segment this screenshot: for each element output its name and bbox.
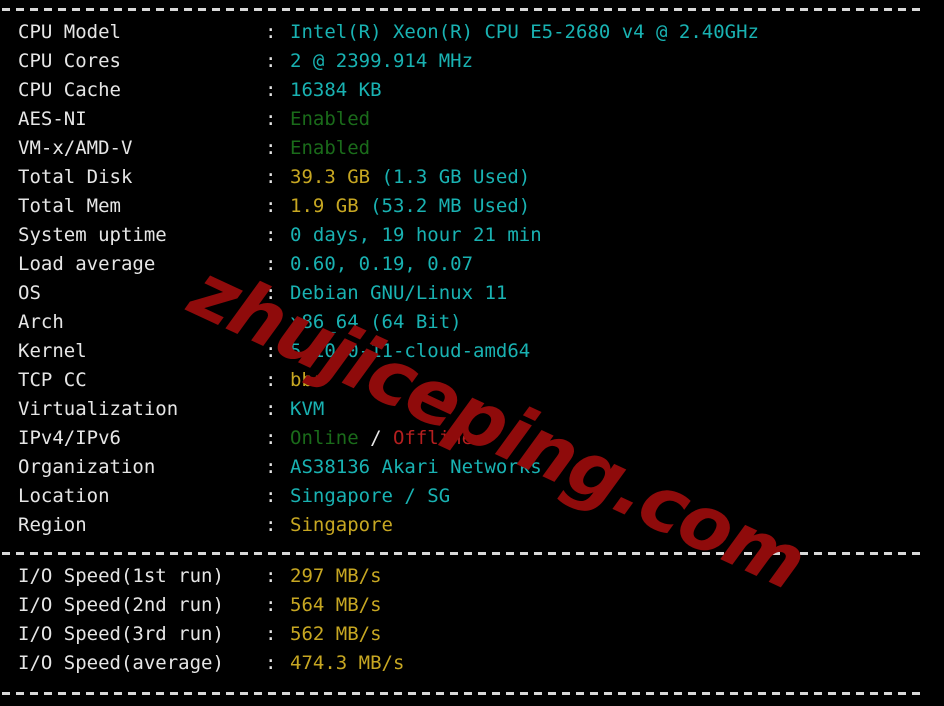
info-row-value-part: 564 MB/s [290, 594, 382, 616]
info-row-colon: : [265, 282, 277, 304]
info-row-label: CPU Cores [18, 50, 121, 72]
info-row-colon: : [265, 652, 277, 674]
info-row-value-part: KVM [290, 398, 325, 420]
info-row-value-part: (53.2 MB Used) [370, 195, 531, 217]
info-row-value-part: AS38136 Akari Networks [290, 456, 542, 478]
info-row-value: x86_64 (64 Bit) [290, 308, 462, 337]
info-row-value: Enabled [290, 105, 370, 134]
info-row-label: Region [18, 514, 87, 536]
info-row-label: CPU Model [18, 21, 121, 43]
info-row-value: 564 MB/s [290, 591, 382, 620]
info-row-label: Total Mem [18, 195, 121, 217]
info-row-colon: : [265, 398, 277, 420]
info-row-value: 0 days, 19 hour 21 min [290, 221, 542, 250]
terminal-window: CPU Model: Intel(R) Xeon(R) CPU E5-2680 v… [0, 0, 944, 706]
info-row-value: 297 MB/s [290, 562, 382, 591]
separator-middle [2, 552, 922, 555]
info-row-label: Kernel [18, 340, 87, 362]
info-row-value-part: Enabled [290, 137, 371, 159]
info-row-value-part: / [358, 427, 393, 449]
info-row-value-part: Enabled [290, 108, 371, 130]
separator-bottom [2, 692, 922, 695]
info-row-value-part: Debian GNU/Linux 11 [290, 282, 508, 304]
info-row-value-part: 5.10.0-11-cloud-amd64 [290, 340, 531, 362]
info-row-colon: : [265, 311, 277, 333]
separator-top [2, 8, 922, 11]
info-row-label: TCP CC [18, 369, 87, 391]
info-row-value: 16384 KB [290, 76, 382, 105]
info-row-label: CPU Cache [18, 79, 121, 101]
info-row-colon: : [265, 137, 277, 159]
info-row-value: 1.9 GB (53.2 MB Used) [290, 192, 530, 221]
info-row-value: 5.10.0-11-cloud-amd64 [290, 337, 530, 366]
info-row-value: Debian GNU/Linux 11 [290, 279, 507, 308]
info-row-value-part: 0 days, 19 hour 21 min [290, 224, 542, 246]
info-row-value: Online / Offline [290, 424, 473, 453]
info-row-value: Enabled [290, 134, 370, 163]
info-row-colon: : [265, 565, 277, 587]
info-row-value-part: 297 MB/s [290, 565, 382, 587]
info-row-value-part: 474.3 MB/s [290, 652, 405, 674]
info-row-value-part: Online [290, 427, 359, 449]
info-row-value-part: Singapore [290, 514, 393, 536]
info-row-label: I/O Speed(3rd run) [18, 623, 224, 645]
info-row-value: Singapore / SG [290, 482, 450, 511]
info-row-label: Total Disk [18, 166, 133, 188]
info-row-value-part: 39.3 GB [290, 166, 382, 188]
info-row-value-part: bbr [290, 369, 325, 391]
info-row-value-part: Intel(R) Xeon(R) CPU E5-2680 v4 @ 2.40GH… [290, 21, 759, 43]
info-row-label: I/O Speed(2nd run) [18, 594, 224, 616]
info-row-colon: : [265, 108, 277, 130]
info-row-colon: : [265, 623, 277, 645]
info-row-label: Arch [18, 311, 64, 333]
info-row-label: AES-NI [18, 108, 87, 130]
info-row-value-part: x86_64 (64 Bit) [290, 311, 462, 333]
info-row-value: KVM [290, 395, 324, 424]
info-row-label: VM-x/AMD-V [18, 137, 133, 159]
info-row-colon: : [265, 21, 277, 43]
info-row-colon: : [265, 594, 277, 616]
info-row-colon: : [265, 253, 277, 275]
info-row-value: AS38136 Akari Networks [290, 453, 542, 482]
info-row-value: 0.60, 0.19, 0.07 [290, 250, 473, 279]
info-row-colon: : [265, 340, 277, 362]
info-row-colon: : [265, 514, 277, 536]
info-row-value-part: 0.60, 0.19, 0.07 [290, 253, 474, 275]
info-row-colon: : [265, 224, 277, 246]
info-row-colon: : [265, 456, 277, 478]
info-row-value-part: (1.3 GB Used) [381, 166, 531, 188]
info-row-value: 39.3 GB (1.3 GB Used) [290, 163, 530, 192]
info-row-label: Organization [18, 456, 156, 478]
info-row-colon: : [265, 195, 277, 217]
info-row-value: 2 @ 2399.914 MHz [290, 47, 473, 76]
info-row-label: Load average [18, 253, 156, 275]
info-row-label: Virtualization [18, 398, 179, 420]
info-row-colon: : [265, 427, 277, 449]
info-row-value: 474.3 MB/s [290, 649, 404, 678]
info-row-colon: : [265, 79, 277, 101]
info-row-value: Intel(R) Xeon(R) CPU E5-2680 v4 @ 2.40GH… [290, 18, 759, 47]
info-row-label: System uptime [18, 224, 167, 246]
info-row-value-part: 1.9 GB [290, 195, 371, 217]
info-row-label: I/O Speed(1st run) [18, 565, 224, 587]
info-row-value: bbr [290, 366, 324, 395]
info-row-value-part: 16384 KB [290, 79, 382, 101]
info-row-label: IPv4/IPv6 [18, 427, 121, 449]
info-row-value: 562 MB/s [290, 620, 382, 649]
info-row-value-part: Offline [392, 427, 474, 449]
info-row-colon: : [265, 166, 277, 188]
info-row-value-part: 2 @ 2399.914 MHz [290, 50, 474, 72]
info-row-label: Location [18, 485, 110, 507]
info-row-label: OS [18, 282, 41, 304]
info-row-colon: : [265, 369, 277, 391]
info-row-value-part: 562 MB/s [290, 623, 382, 645]
info-row-value: Singapore [290, 511, 393, 540]
info-row-colon: : [265, 485, 277, 507]
info-row-label: I/O Speed(average) [18, 652, 224, 674]
info-row-value-part: Singapore / SG [290, 485, 451, 507]
info-row-colon: : [265, 50, 277, 72]
